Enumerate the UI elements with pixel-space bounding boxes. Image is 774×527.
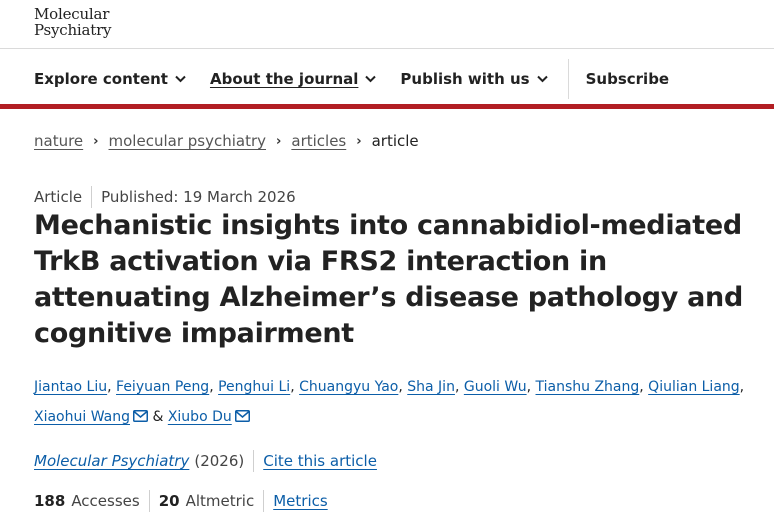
author-link[interactable]: Xiubo Du (168, 409, 232, 425)
logo-line1: Molecular (34, 5, 110, 23)
cite-article-link[interactable]: Cite this article (263, 452, 377, 470)
journal-info: Molecular Psychiatry (2026) Cite this ar… (34, 450, 377, 472)
metrics-divider (148, 490, 150, 512)
author-link[interactable]: Xiaohui Wang (34, 409, 130, 425)
breadcrumb-current: article (371, 132, 419, 150)
journal-year: (2026) (194, 452, 245, 470)
breadcrumb-separator: › (93, 133, 99, 149)
header-divider (0, 48, 774, 49)
author-link[interactable]: Sha Jin (407, 379, 455, 395)
breadcrumb-separator: › (356, 133, 362, 149)
journal-divider (253, 450, 255, 472)
published-date: Published: 19 March 2026 (101, 188, 296, 206)
chevron-down-icon (175, 75, 186, 83)
author-separator: , (209, 379, 219, 395)
author-link[interactable]: Penghui Li (218, 379, 290, 395)
mail-icon[interactable] (234, 410, 250, 422)
author-link[interactable]: Tianshu Zhang (536, 379, 640, 395)
logo-line2: Psychiatry (34, 21, 112, 39)
chevron-down-icon (365, 75, 377, 83)
chevron-down-icon (536, 75, 548, 83)
accesses-label: Accesses (71, 492, 140, 510)
nav-explore-label: Explore content (34, 70, 168, 88)
meta-divider (91, 186, 93, 208)
author-separator: , (290, 379, 300, 395)
metrics-divider (263, 490, 265, 512)
nav-explore-content[interactable]: Explore content (34, 70, 186, 88)
author-separator: , (454, 379, 464, 395)
author-link[interactable]: Feiyuan Peng (116, 379, 209, 395)
breadcrumb-separator: › (276, 133, 282, 149)
breadcrumb-molecular-psychiatry[interactable]: molecular psychiatry (109, 132, 267, 150)
subscribe-label: Subscribe (585, 70, 670, 88)
breadcrumb-nature[interactable]: nature (34, 132, 83, 150)
nav-divider (567, 59, 569, 99)
mail-icon[interactable] (133, 410, 148, 422)
article-metrics: 188 Accesses 20 Altmetric Metrics (34, 490, 328, 512)
altmetric-count: 20 (158, 492, 180, 510)
author-separator: , (639, 379, 649, 395)
author-list: Jiantao Liu, Feiyuan Peng, Penghui Li, C… (34, 372, 764, 432)
nav-publish-label: Publish with us (400, 70, 530, 88)
altmetric-label: Altmetric (185, 492, 255, 510)
breadcrumb-articles[interactable]: articles (291, 132, 346, 150)
accesses-count: 188 (34, 492, 66, 510)
author-separator: , (107, 379, 117, 395)
brand-bar (0, 104, 774, 109)
nav-publish-with-us[interactable]: Publish with us (400, 70, 548, 88)
author-separator: , (398, 379, 408, 395)
journal-link[interactable]: Molecular Psychiatry (34, 452, 189, 470)
article-meta: Article Published: 19 March 2026 (34, 186, 296, 208)
main-nav: Explore content About the journal Publis… (34, 58, 693, 100)
journal-logo[interactable]: Molecular Psychiatry (34, 5, 112, 39)
subscribe-link[interactable]: Subscribe (586, 70, 670, 88)
nav-about-label: About the journal (209, 70, 359, 88)
nav-about-journal[interactable]: About the journal (209, 70, 377, 88)
author-link[interactable]: Qiulian Liang (648, 379, 740, 395)
author-link[interactable]: Chuangyu Yao (299, 379, 398, 395)
metrics-link[interactable]: Metrics (273, 492, 327, 510)
author-link[interactable]: Jiantao Liu (34, 379, 107, 395)
breadcrumb: nature › molecular psychiatry › articles… (34, 132, 419, 150)
author-separator: , (526, 379, 536, 395)
author-ampersand: & (148, 409, 168, 425)
article-title: Mechanistic insights into cannabidiol-me… (34, 210, 743, 349)
author-separator: , (739, 379, 745, 395)
author-link[interactable]: Guoli Wu (464, 379, 527, 395)
article-type: Article (34, 188, 83, 206)
